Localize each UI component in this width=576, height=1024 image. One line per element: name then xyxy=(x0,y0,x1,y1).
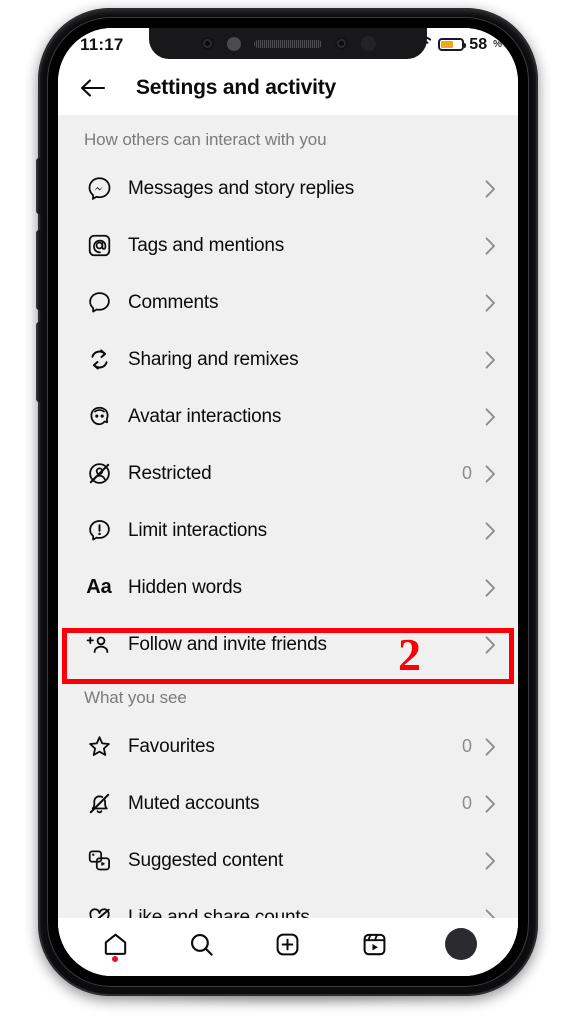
chevron-right-icon xyxy=(485,737,496,756)
battery-icon xyxy=(438,38,467,51)
avatar-face-icon xyxy=(84,402,114,432)
status-time: 11:17 xyxy=(80,34,124,54)
chevron-right-icon xyxy=(485,293,496,312)
battery-percent-sign: % xyxy=(493,39,502,50)
chevron-right-icon xyxy=(485,407,496,426)
muted-bell-icon xyxy=(84,789,114,819)
row-tags-and-mentions[interactable]: Tags and mentions xyxy=(58,217,518,274)
row-avatar-interactions[interactable]: Avatar interactions xyxy=(58,388,518,445)
volume-up-button[interactable] xyxy=(36,230,41,310)
volume-down-button[interactable] xyxy=(36,322,41,402)
earpiece-speaker xyxy=(253,39,322,48)
row-follow-and-invite-friends[interactable]: Follow and invite friends xyxy=(58,616,518,673)
row-sharing-and-remixes[interactable]: Sharing and remixes xyxy=(58,331,518,388)
at-mention-icon xyxy=(84,231,114,261)
limit-exclamation-icon xyxy=(84,516,114,546)
phone-screen: 11:17 58 % Settings and activity How oth… xyxy=(58,28,518,976)
profile-avatar-icon xyxy=(444,928,477,960)
row-label: Limit interactions xyxy=(128,519,267,541)
notch xyxy=(149,28,427,59)
section-header-how-others-interact: How others can interact with you xyxy=(84,130,327,149)
row-count: 0 xyxy=(461,736,472,756)
row-count: 0 xyxy=(461,793,472,813)
home-notification-badge xyxy=(112,956,119,962)
star-icon xyxy=(84,732,114,762)
ambient-light-sensor-icon xyxy=(360,36,376,51)
row-label: Muted accounts xyxy=(128,792,260,814)
nav-reels-button[interactable] xyxy=(352,922,396,966)
remix-arrows-icon xyxy=(84,345,114,375)
row-label: Avatar interactions xyxy=(128,405,282,427)
infrared-camera-icon xyxy=(334,37,348,50)
chevron-right-icon xyxy=(485,794,496,813)
row-label: Favourites xyxy=(128,735,215,757)
section-header-what-you-see: What you see xyxy=(84,688,187,707)
messenger-icon xyxy=(84,174,114,204)
row-restricted[interactable]: Restricted 0 xyxy=(58,445,518,502)
back-arrow-icon[interactable] xyxy=(76,71,110,105)
app-header: Settings and activity xyxy=(58,61,518,115)
battery-tip xyxy=(464,43,467,48)
row-hidden-words[interactable]: Aa Hidden words xyxy=(58,559,518,616)
row-label: Restricted xyxy=(128,462,212,484)
chevron-right-icon xyxy=(485,578,496,597)
row-muted-accounts[interactable]: Muted accounts 0 xyxy=(58,775,518,832)
page-title: Settings and activity xyxy=(136,76,337,99)
row-label: Messages and story replies xyxy=(128,177,355,199)
comment-bubble-icon xyxy=(84,288,114,318)
nav-home-button[interactable] xyxy=(93,922,137,966)
restricted-person-icon xyxy=(84,459,114,489)
row-label: Sharing and remixes xyxy=(128,348,299,370)
suggested-content-icon xyxy=(84,846,114,876)
row-count: 0 xyxy=(461,463,472,483)
row-label: Suggested content xyxy=(128,849,284,871)
status-indicators: 58 % xyxy=(414,35,502,55)
row-label: Comments xyxy=(128,291,219,313)
nav-search-button[interactable] xyxy=(180,922,224,966)
annotation-step-number: 2 xyxy=(398,629,421,680)
proximity-sensor-icon xyxy=(226,36,241,51)
add-person-icon xyxy=(84,630,114,660)
row-limit-interactions[interactable]: Limit interactions xyxy=(58,502,518,559)
battery-fill xyxy=(441,41,453,48)
row-suggested-content[interactable]: Suggested content xyxy=(58,832,518,889)
chevron-right-icon xyxy=(485,236,496,255)
settings-list[interactable]: How others can interact with you Message… xyxy=(58,115,518,976)
row-favourites[interactable]: Favourites 0 xyxy=(58,718,518,775)
row-label: Hidden words xyxy=(128,576,242,598)
chevron-right-icon xyxy=(485,350,496,369)
chevron-right-icon xyxy=(485,521,496,540)
chevron-right-icon xyxy=(485,179,496,198)
row-comments[interactable]: Comments xyxy=(58,274,518,331)
nav-create-button[interactable] xyxy=(266,922,310,966)
front-camera-icon xyxy=(200,37,214,50)
phone-device-frame: 11:17 58 % Settings and activity How oth… xyxy=(36,8,538,996)
row-label: Tags and mentions xyxy=(128,234,285,256)
bottom-navigation-bar[interactable] xyxy=(58,918,518,976)
chevron-right-icon xyxy=(485,635,496,654)
silent-switch-button[interactable] xyxy=(36,158,41,214)
chevron-right-icon xyxy=(485,464,496,483)
row-messages-and-story-replies[interactable]: Messages and story replies xyxy=(58,160,518,217)
chevron-right-icon xyxy=(485,851,496,870)
nav-profile-button[interactable] xyxy=(439,922,483,966)
hidden-words-aa-icon: Aa xyxy=(86,576,112,598)
battery-percent-text: 58 xyxy=(469,35,488,53)
